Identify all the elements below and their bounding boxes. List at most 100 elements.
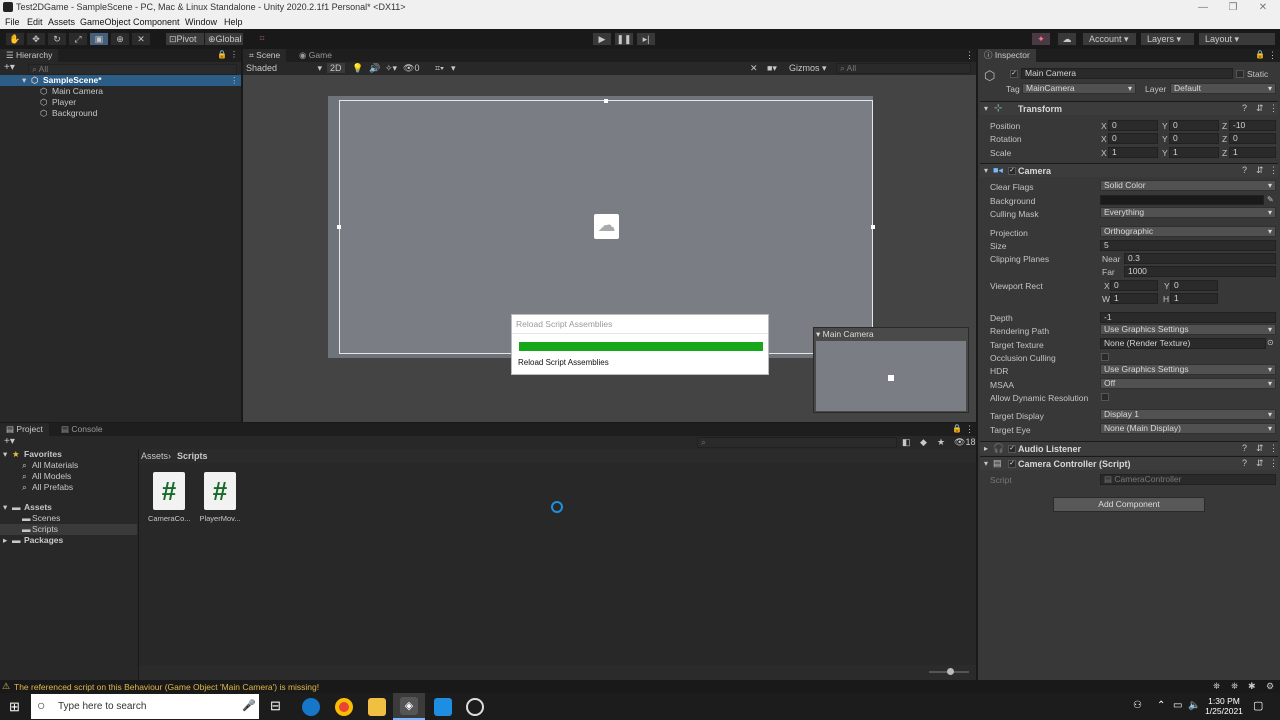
object-name-field[interactable]: Main Camera xyxy=(1021,68,1233,79)
camera-icon[interactable]: ■▾ xyxy=(767,63,777,74)
target-eye-dropdown[interactable]: None (Main Display) xyxy=(1100,423,1276,434)
collab-icon[interactable]: ✦ xyxy=(1031,32,1051,46)
people-icon[interactable]: ⚇ xyxy=(1133,700,1142,711)
viewport-h-field[interactable]: 1 xyxy=(1170,293,1218,304)
project-search-input[interactable]: ⌕ xyxy=(697,437,897,448)
tree-assets[interactable]: ▾ ▬ Assets xyxy=(0,502,137,513)
lock-icon[interactable]: 🔒 xyxy=(1255,50,1265,59)
script-field[interactable]: ▤ CameraController xyxy=(1100,474,1276,485)
component-menu-icon[interactable]: ⋮ xyxy=(1269,443,1278,454)
more-menu-icon[interactable]: ⋮ xyxy=(965,50,974,61)
rect-handle[interactable] xyxy=(604,99,608,103)
chrome-icon[interactable] xyxy=(335,698,353,716)
component-menu-icon[interactable]: ⋮ xyxy=(1269,458,1278,469)
unity-taskbar-button[interactable]: ◈ xyxy=(393,693,425,720)
layer-dropdown[interactable]: Default xyxy=(1170,83,1276,94)
menu-help[interactable]: Help xyxy=(224,17,243,27)
scale-tool-icon[interactable]: ⤢ xyxy=(68,32,88,46)
pivot-toggle[interactable]: ⊡Pivot xyxy=(165,32,205,46)
expand-arrow-icon[interactable]: ▾ xyxy=(3,449,7,460)
transform-y-field[interactable]: 0 xyxy=(1169,120,1219,131)
splitter[interactable] xyxy=(138,449,139,680)
menu-assets[interactable]: Assets xyxy=(48,17,75,27)
foldout-arrow-icon[interactable]: ▾ xyxy=(984,459,988,468)
play-button[interactable]: ▶ xyxy=(592,32,612,46)
hierarchy-search-input[interactable]: ⌕ All xyxy=(28,64,237,75)
size-field[interactable]: 5 xyxy=(1100,240,1276,251)
transform-z-field[interactable]: -10 xyxy=(1229,120,1276,131)
restore-button[interactable]: ❐ xyxy=(1218,0,1248,16)
custom-tool-icon[interactable]: ✕ xyxy=(131,32,151,46)
help-icon[interactable]: ? xyxy=(1242,443,1247,453)
hierarchy-item-main-camera[interactable]: ⬡ Main Camera xyxy=(0,86,241,97)
msaa-dropdown[interactable]: Off xyxy=(1100,378,1276,389)
effects-icon[interactable]: ✧▾ xyxy=(385,63,397,74)
preset-icon[interactable]: ⇵ xyxy=(1256,103,1264,114)
hidden-objects-toggle[interactable]: 👁0 xyxy=(403,63,419,74)
tree-favorites[interactable]: ▾ ★ Favorites xyxy=(0,449,137,460)
static-checkbox[interactable] xyxy=(1236,70,1244,78)
preset-icon[interactable]: ⇵ xyxy=(1256,458,1264,469)
far-field[interactable]: 1000 xyxy=(1124,266,1276,277)
hidden-packages-toggle[interactable]: 👁18 xyxy=(954,437,975,448)
lock-icon[interactable]: 🔒 xyxy=(952,424,962,433)
hand-tool-icon[interactable]: ✋ xyxy=(5,32,25,46)
camera-controller-checkbox[interactable]: ✓ xyxy=(1008,460,1016,468)
hierarchy-item-background[interactable]: ⬡ Background xyxy=(0,108,241,119)
rotate-tool-icon[interactable]: ↻ xyxy=(47,32,67,46)
preset-icon[interactable]: ⇵ xyxy=(1256,443,1264,454)
target-display-dropdown[interactable]: Display 1 xyxy=(1100,409,1276,420)
occlusion-culling-checkbox[interactable] xyxy=(1101,353,1109,361)
hierarchy-item-player[interactable]: ⬡ Player xyxy=(0,97,241,108)
scene-menu-icon[interactable]: ⋮ xyxy=(230,75,239,86)
more-menu-icon[interactable]: ⋮ xyxy=(965,424,974,435)
toggle-2d-button[interactable]: 2D xyxy=(327,63,345,73)
more-menu-icon[interactable]: ⋮ xyxy=(1268,50,1277,61)
breadcrumb-assets[interactable]: Assets xyxy=(141,451,168,461)
grid-snap-icon[interactable]: ⌗ xyxy=(252,32,272,46)
menu-window[interactable]: Window xyxy=(185,17,217,27)
rect-tool-icon[interactable]: ▣ xyxy=(89,32,109,46)
dynamic-resolution-checkbox[interactable] xyxy=(1101,393,1109,401)
notification-icon[interactable]: ▢ xyxy=(1253,699,1263,712)
projection-dropdown[interactable]: Orthographic xyxy=(1100,226,1276,237)
create-plus-icon[interactable]: +▾ xyxy=(4,62,15,73)
culling-mask-dropdown[interactable]: Everything xyxy=(1100,207,1276,218)
transform-x-field[interactable]: 1 xyxy=(1108,147,1158,158)
minimize-button[interactable]: — xyxy=(1188,0,1218,16)
help-icon[interactable]: ? xyxy=(1242,165,1247,175)
camera-enabled-checkbox[interactable]: ✓ xyxy=(1008,167,1016,175)
transform-tool-icon[interactable]: ⊕ xyxy=(110,32,130,46)
rect-handle[interactable] xyxy=(337,225,341,229)
viewport-w-field[interactable]: 1 xyxy=(1110,293,1158,304)
step-button[interactable]: ▸| xyxy=(636,32,656,46)
zoom-slider-thumb[interactable] xyxy=(947,668,954,675)
expand-arrow-icon[interactable]: ▾ xyxy=(3,502,7,513)
status-bar[interactable]: ⚠ The referenced script on this Behaviou… xyxy=(0,680,1280,693)
asset-item[interactable]: # CameraCo... xyxy=(148,472,191,524)
volume-icon[interactable]: 🔈 xyxy=(1188,700,1200,711)
file-explorer-icon[interactable] xyxy=(368,698,386,716)
cloud-icon[interactable]: ☁ xyxy=(1057,32,1077,46)
tray-up-icon[interactable]: ⌃ xyxy=(1157,700,1165,711)
breadcrumb-scripts[interactable]: Scripts xyxy=(177,451,208,461)
component-menu-icon[interactable]: ⋮ xyxy=(1269,165,1278,176)
tab-hierarchy[interactable]: ☰ Hierarchy xyxy=(0,49,59,62)
windows-start-icon[interactable]: ⊞ xyxy=(9,699,20,715)
menu-gameobject[interactable]: GameObject xyxy=(80,17,131,27)
depth-field[interactable]: -1 xyxy=(1100,312,1276,323)
help-icon[interactable]: ? xyxy=(1242,458,1247,468)
tree-item-selected[interactable]: ▬ Scripts xyxy=(0,524,137,535)
tab-console[interactable]: ▤ Console xyxy=(55,423,109,436)
help-icon[interactable]: ? xyxy=(1242,103,1247,113)
more-menu-icon[interactable]: ⋮ xyxy=(230,50,238,59)
lighting-icon[interactable]: 💡 xyxy=(352,63,363,74)
move-tool-icon[interactable]: ✥ xyxy=(26,32,46,46)
player-sprite-icon[interactable]: ☁ xyxy=(594,214,619,239)
clear-flags-dropdown[interactable]: Solid Color xyxy=(1100,180,1276,191)
favorite-star-icon[interactable]: ★ xyxy=(937,437,945,448)
transform-x-field[interactable]: 0 xyxy=(1108,120,1158,131)
menu-file[interactable]: File xyxy=(5,17,20,27)
rect-handle[interactable] xyxy=(871,225,875,229)
expand-arrow-icon[interactable]: ▾ xyxy=(22,75,26,86)
